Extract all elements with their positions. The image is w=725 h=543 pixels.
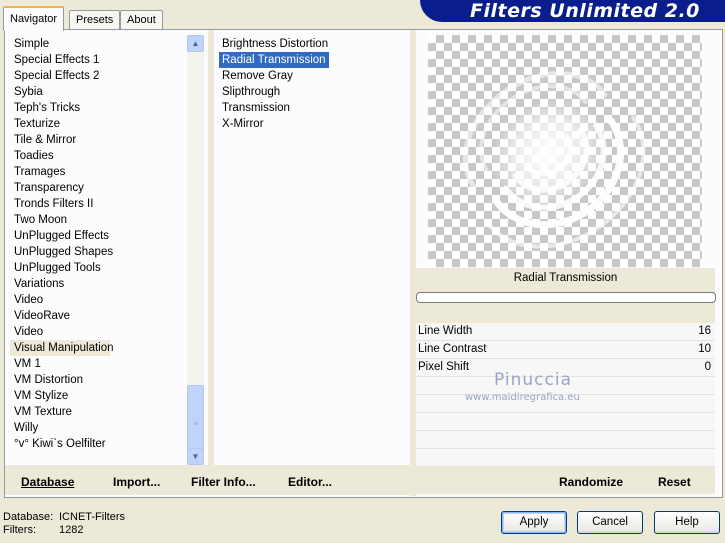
category-item[interactable]: VM Distortion: [10, 372, 185, 388]
progress-bar: [416, 292, 716, 303]
param-label: Line Contrast: [418, 343, 487, 355]
filter-item[interactable]: Slipthrough: [219, 86, 283, 98]
category-item[interactable]: Special Effects 1: [10, 52, 185, 68]
preview-filter-name: Radial Transmission: [513, 272, 618, 284]
category-list: Simple Special Effects 1 Special Effects 2…: [10, 36, 185, 452]
filter-item[interactable]: Brightness Distortion: [219, 38, 331, 50]
category-item[interactable]: Special Effects 2: [10, 68, 185, 84]
category-item[interactable]: Variations: [10, 276, 185, 292]
cancel-button[interactable]: Cancel: [577, 511, 643, 534]
param-row-line-contrast[interactable]: Line Contrast 10: [416, 341, 715, 359]
category-item[interactable]: Video: [10, 324, 185, 340]
category-item[interactable]: Video: [10, 292, 185, 308]
preview-image: [428, 35, 702, 267]
filter-list: Brightness Distortion Radial Transmission…: [219, 36, 409, 132]
param-row-empty: [416, 413, 715, 431]
category-item[interactable]: Toadies: [10, 148, 185, 164]
category-item[interactable]: Tronds Filters II: [10, 196, 185, 212]
list-divider: [208, 30, 214, 466]
help-button[interactable]: Help: [654, 511, 720, 534]
tab-about[interactable]: About: [120, 10, 163, 29]
param-row-line-width[interactable]: Line Width 16: [416, 323, 715, 341]
filter-info-button[interactable]: Filter Info...: [191, 475, 256, 489]
category-item[interactable]: VideoRave: [10, 308, 185, 324]
apply-button[interactable]: Apply: [501, 511, 567, 534]
category-item[interactable]: Two Moon: [10, 212, 185, 228]
category-item[interactable]: UnPlugged Tools: [10, 260, 185, 276]
category-item[interactable]: VM 1: [10, 356, 185, 372]
database-label: Database: [21, 475, 75, 489]
editor-button[interactable]: Editor...: [288, 475, 332, 489]
database-button[interactable]: Database: [21, 475, 74, 489]
category-item[interactable]: UnPlugged Shapes: [10, 244, 185, 260]
param-label: Line Width: [418, 325, 473, 337]
randomize-button[interactable]: Randomize: [559, 475, 623, 489]
watermark-name: Pinuccia: [494, 370, 572, 390]
filters-count-label: Filters:: [3, 524, 36, 536]
radial-effect-graphic: [462, 70, 646, 249]
param-value: 0: [704, 361, 711, 373]
category-item[interactable]: Transparency: [10, 180, 185, 196]
category-item[interactable]: Texturize: [10, 116, 185, 132]
watermark-url: www.maidiregrafica.eu: [465, 392, 580, 403]
import-button[interactable]: Import...: [113, 475, 160, 489]
filter-item[interactable]: Radial Transmission: [219, 52, 329, 68]
filter-item[interactable]: Remove Gray: [219, 70, 296, 82]
database-status-label: Database:: [3, 511, 54, 523]
category-scrollbar[interactable]: ▲ ≡ ▼: [187, 35, 204, 465]
filter-item[interactable]: X-Mirror: [219, 118, 267, 130]
category-item[interactable]: °v° Kiwi`s Oelfilter: [10, 436, 185, 452]
param-row-empty: [416, 449, 715, 467]
category-item[interactable]: Sybia: [10, 84, 185, 100]
reset-button[interactable]: Reset: [658, 475, 691, 489]
filter-item[interactable]: Transmission: [219, 102, 293, 114]
app-title: Filters Unlimited 2.0: [470, 0, 700, 22]
param-label: Pixel Shift: [418, 361, 470, 373]
category-item[interactable]: Teph's Tricks: [10, 100, 185, 116]
category-item[interactable]: VM Texture: [10, 404, 185, 420]
category-item[interactable]: Tramages: [10, 164, 185, 180]
scroll-down-button[interactable]: ▼: [187, 448, 204, 465]
param-value: 16: [698, 325, 711, 337]
tab-navigator[interactable]: Navigator: [3, 6, 65, 31]
category-item[interactable]: Simple: [10, 36, 185, 52]
category-item[interactable]: UnPlugged Effects: [10, 228, 185, 244]
filters-count-value: 1282: [59, 524, 84, 536]
category-item[interactable]: Visual Manipulation: [10, 340, 114, 356]
tab-presets[interactable]: Presets: [69, 10, 121, 29]
category-item[interactable]: Tile & Mirror: [10, 132, 185, 148]
param-value: 10: [698, 343, 711, 355]
category-item[interactable]: Willy: [10, 420, 185, 436]
scroll-up-button[interactable]: ▲: [187, 35, 204, 52]
category-item[interactable]: VM Stylize: [10, 388, 185, 404]
param-row-empty: [416, 431, 715, 449]
database-status-value: ICNET-Filters: [59, 511, 125, 523]
